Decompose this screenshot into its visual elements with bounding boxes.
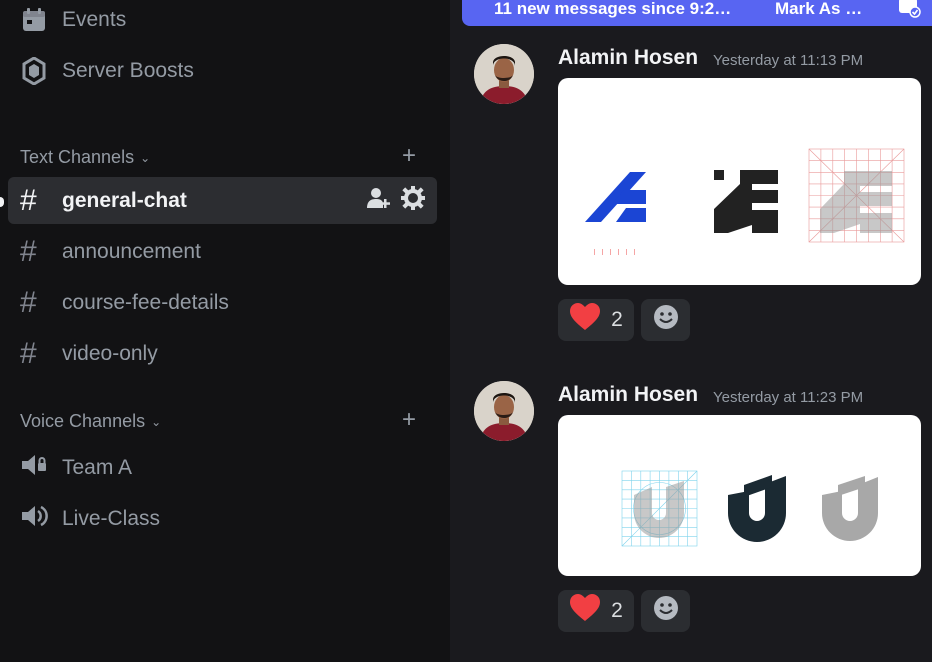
new-messages-text[interactable]: 11 new messages since 9:2… xyxy=(494,0,731,19)
channel-video-only[interactable]: # video-only xyxy=(8,330,437,377)
channel-name: Team A xyxy=(62,456,133,479)
category-label: Voice Channels xyxy=(20,411,146,431)
speaker-icon xyxy=(20,502,48,536)
reaction-heart[interactable]: 2 xyxy=(558,590,634,632)
message-author[interactable]: Alamin Hosen xyxy=(558,383,698,407)
reaction-count: 2 xyxy=(611,599,623,622)
chevron-down-icon: ⌄ xyxy=(151,414,162,429)
message-timestamp: Yesterday at 11:13 PM xyxy=(713,52,864,69)
channel-sidebar: Events Server Boosts Text Channels ⌄ + #… xyxy=(0,0,450,662)
category-text-channels[interactable]: Text Channels ⌄ xyxy=(20,147,150,168)
invite-member-icon[interactable] xyxy=(367,187,391,214)
image-attachment[interactable] xyxy=(558,415,921,576)
calendar-icon xyxy=(20,6,48,34)
channel-name: course-fee-details xyxy=(62,290,229,314)
channel-name: general-chat xyxy=(62,188,187,212)
new-messages-bar[interactable]: 11 new messages since 9:2… Mark As … xyxy=(462,0,932,26)
sidebar-item-label: Events xyxy=(62,8,127,31)
channel-name: Live-Class xyxy=(62,507,161,530)
voice-channel-live-class[interactable]: Live-Class xyxy=(20,502,160,536)
category-label: Text Channels xyxy=(20,147,135,167)
logo-sheet-image xyxy=(585,148,905,255)
add-reaction-button[interactable] xyxy=(641,590,690,632)
message-timestamp: Yesterday at 11:23 PM xyxy=(713,389,864,406)
gear-icon[interactable] xyxy=(400,185,426,215)
channel-course-fee-details[interactable]: # course-fee-details xyxy=(8,279,437,326)
hash-icon: # xyxy=(20,285,37,319)
image-attachment[interactable] xyxy=(558,78,921,285)
chevron-down-icon: ⌄ xyxy=(140,150,151,165)
channel-name: announcement xyxy=(62,239,201,263)
sidebar-item-events[interactable]: Events xyxy=(20,6,126,34)
sidebar-item-server-boosts[interactable]: Server Boosts xyxy=(20,57,194,85)
hash-icon: # xyxy=(20,183,37,217)
speaker-locked-icon xyxy=(20,451,48,485)
heart-icon xyxy=(569,594,601,628)
unread-indicator xyxy=(0,197,4,207)
chat-area: 11 new messages since 9:2… Mark As … Ala… xyxy=(450,0,932,662)
avatar[interactable] xyxy=(474,44,534,104)
heart-icon xyxy=(569,303,601,337)
mark-as-read-button[interactable]: Mark As … xyxy=(775,0,862,19)
avatar[interactable] xyxy=(474,381,534,441)
add-reaction-button[interactable] xyxy=(641,299,690,341)
smiley-icon xyxy=(653,304,679,336)
channel-name: video-only xyxy=(62,341,158,365)
smiley-icon xyxy=(653,595,679,627)
logo-sheet-image xyxy=(621,470,878,547)
category-voice-channels[interactable]: Voice Channels ⌄ xyxy=(20,411,161,432)
sidebar-item-label: Server Boosts xyxy=(62,59,194,82)
boost-gem-icon xyxy=(20,57,48,85)
reaction-heart[interactable]: 2 xyxy=(558,299,634,341)
create-text-channel-plus-icon[interactable]: + xyxy=(402,144,416,168)
mark-read-icon[interactable] xyxy=(897,0,921,23)
reaction-count: 2 xyxy=(611,308,623,331)
channel-announcement[interactable]: # announcement xyxy=(8,228,437,275)
hash-icon: # xyxy=(20,336,37,370)
message-author[interactable]: Alamin Hosen xyxy=(558,46,698,70)
channel-general-chat[interactable]: # general-chat xyxy=(8,177,437,224)
hash-icon: # xyxy=(20,234,37,268)
voice-channel-team-a[interactable]: Team A xyxy=(20,451,132,485)
create-voice-channel-plus-icon[interactable]: + xyxy=(402,408,416,432)
